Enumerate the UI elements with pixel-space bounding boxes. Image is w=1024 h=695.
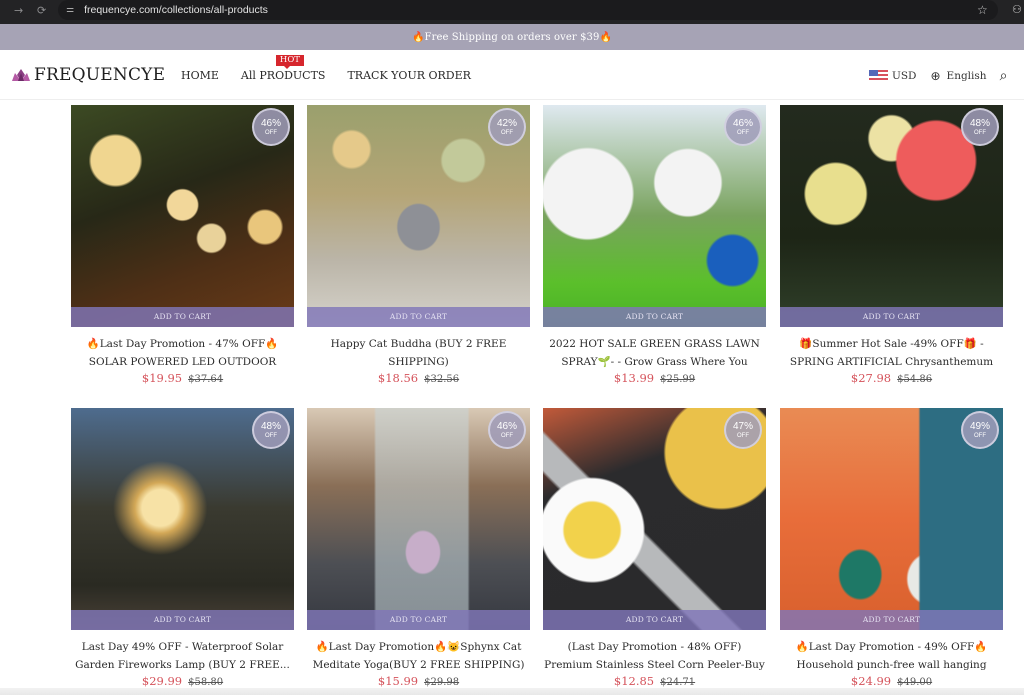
site-header: FREQUENCYE HOME HOT All PRODUCTS TRACK Y… xyxy=(0,50,1024,100)
sale-price: $27.98 xyxy=(850,371,892,385)
hot-badge: HOT xyxy=(275,55,304,69)
price-row: $29.99 $58.80 xyxy=(71,674,294,688)
lotus-logo-icon xyxy=(12,69,30,81)
address-bar[interactable]: ⚌ frequencye.com/collections/all-product… xyxy=(58,0,998,20)
url-text[interactable]: frequencye.com/collections/all-products xyxy=(84,4,268,16)
compare-price: $37.64 xyxy=(188,374,224,385)
discount-badge: 42% OFF xyxy=(488,108,526,146)
product-image[interactable]: 46% OFF ADD TO CART xyxy=(307,408,530,630)
add-to-cart-button[interactable]: ADD TO CART xyxy=(71,610,294,630)
product-title[interactable]: 🔥Last Day Promotion🔥😺Sphynx Cat Meditate… xyxy=(307,638,530,674)
site-settings-icon[interactable]: ⚌ xyxy=(66,5,74,15)
add-to-cart-button[interactable]: ADD TO CART xyxy=(780,307,1003,327)
add-to-cart-button[interactable]: ADD TO CART xyxy=(543,610,766,630)
product-card[interactable]: 47% OFF ADD TO CART (Last Day Promotion -… xyxy=(543,408,766,688)
extension-icon[interactable]: ⚇ xyxy=(1012,3,1022,16)
language-selector[interactable]: English xyxy=(947,70,987,82)
bookmark-star-icon[interactable]: ☆ xyxy=(977,3,988,17)
product-card[interactable]: 46% OFF ADD TO CART 2022 HOT SALE GREEN G… xyxy=(543,105,766,385)
compare-price: $49.00 xyxy=(897,677,933,688)
currency-selector[interactable]: USD xyxy=(892,70,916,82)
bottom-edge xyxy=(0,688,1024,695)
sale-price: $29.99 xyxy=(141,674,183,688)
product-title[interactable]: Last Day 49% OFF - Waterproof Solar Gard… xyxy=(71,638,294,674)
reload-icon[interactable]: ⟳ xyxy=(37,4,46,17)
product-card[interactable]: 46% OFF ADD TO CART 🔥Last Day Promotion🔥😺… xyxy=(307,408,530,688)
compare-price: $25.99 xyxy=(660,374,696,385)
compare-price: $58.80 xyxy=(188,677,224,688)
add-to-cart-button[interactable]: ADD TO CART xyxy=(307,610,530,630)
price-row: $24.99 $49.00 xyxy=(780,674,1003,688)
price-row: $13.99 $25.99 xyxy=(543,371,766,385)
product-title[interactable]: 🎁Summer Hot Sale -49% OFF🎁 - SPRING ARTI… xyxy=(780,335,1003,371)
discount-badge: 46% OFF xyxy=(252,108,290,146)
compare-price: $54.86 xyxy=(897,374,933,385)
product-title[interactable]: 2022 HOT SALE GREEN GRASS LAWN SPRAY🌱- -… xyxy=(543,335,766,371)
price-row: $19.95 $37.64 xyxy=(71,371,294,385)
add-to-cart-button[interactable]: ADD TO CART xyxy=(780,610,1003,630)
browser-toolbar: → ⟳ ⚌ frequencye.com/collections/all-pro… xyxy=(0,0,1024,24)
sale-price: $13.99 xyxy=(613,371,655,385)
product-card[interactable]: 42% OFF ADD TO CART Happy Cat Buddha (BUY… xyxy=(307,105,530,385)
discount-badge: 48% OFF xyxy=(961,108,999,146)
sale-price: $15.99 xyxy=(377,674,419,688)
nav-all-products[interactable]: HOT All PRODUCTS xyxy=(240,55,326,82)
add-to-cart-button[interactable]: ADD TO CART xyxy=(307,307,530,327)
sale-price: $18.56 xyxy=(377,371,419,385)
product-title[interactable]: (Last Day Promotion - 48% OFF) Premium S… xyxy=(543,638,766,674)
add-to-cart-button[interactable]: ADD TO CART xyxy=(543,307,766,327)
globe-icon: ⊕ xyxy=(930,69,941,83)
compare-price: $24.71 xyxy=(660,677,696,688)
header-tools: USD ⊕ English ⌕ xyxy=(869,68,1007,84)
logo-text: FREQUENCYE xyxy=(34,65,166,85)
product-title[interactable]: 🔥Last Day Promotion - 47% OFF🔥SOLAR POWE… xyxy=(71,335,294,371)
forward-icon[interactable]: → xyxy=(14,4,23,17)
product-image[interactable]: 48% OFF ADD TO CART xyxy=(71,408,294,630)
product-card[interactable]: 48% OFF ADD TO CART Last Day 49% OFF - Wa… xyxy=(71,408,294,688)
price-row: $15.99 $29.98 xyxy=(307,674,530,688)
product-image[interactable]: 48% OFF ADD TO CART xyxy=(780,105,1003,327)
product-card[interactable]: 46% OFF ADD TO CART 🔥Last Day Promotion -… xyxy=(71,105,294,385)
compare-price: $32.56 xyxy=(424,374,460,385)
price-row: $12.85 $24.71 xyxy=(543,674,766,688)
discount-badge: 49% OFF xyxy=(961,411,999,449)
us-flag-icon xyxy=(869,70,888,82)
sale-price: $24.99 xyxy=(850,674,892,688)
search-icon[interactable]: ⌕ xyxy=(1000,68,1008,84)
logo[interactable]: FREQUENCYE xyxy=(12,65,165,85)
announcement-text: 🔥Free Shipping on orders over $39🔥 xyxy=(411,31,613,43)
sale-price: $19.95 xyxy=(141,371,183,385)
product-title[interactable]: 🔥Last Day Promotion - 49% OFF🔥 Household… xyxy=(780,638,1003,674)
product-image[interactable]: 49% OFF ADD TO CART xyxy=(780,408,1003,630)
product-title[interactable]: Happy Cat Buddha (BUY 2 FREE SHIPPING) xyxy=(307,335,530,371)
nav-all-products-label: All PRODUCTS xyxy=(240,69,326,82)
discount-badge: 47% OFF xyxy=(724,411,762,449)
discount-badge: 46% OFF xyxy=(488,411,526,449)
product-image[interactable]: 46% OFF ADD TO CART xyxy=(71,105,294,327)
product-card[interactable]: 49% OFF ADD TO CART 🔥Last Day Promotion -… xyxy=(780,408,1003,688)
main-nav: HOME HOT All PRODUCTS TRACK YOUR ORDER xyxy=(181,55,493,82)
nav-track-order[interactable]: TRACK YOUR ORDER xyxy=(347,69,470,82)
add-to-cart-button[interactable]: ADD TO CART xyxy=(71,307,294,327)
product-image[interactable]: 47% OFF ADD TO CART xyxy=(543,408,766,630)
price-row: $18.56 $32.56 xyxy=(307,371,530,385)
product-image[interactable]: 46% OFF ADD TO CART xyxy=(543,105,766,327)
sale-price: $12.85 xyxy=(613,674,655,688)
announcement-bar: 🔥Free Shipping on orders over $39🔥 xyxy=(0,24,1024,50)
discount-badge: 48% OFF xyxy=(252,411,290,449)
compare-price: $29.98 xyxy=(424,677,460,688)
discount-badge: 46% OFF xyxy=(724,108,762,146)
product-image[interactable]: 42% OFF ADD TO CART xyxy=(307,105,530,327)
nav-home[interactable]: HOME xyxy=(181,69,219,82)
product-card[interactable]: 48% OFF ADD TO CART 🎁Summer Hot Sale -49%… xyxy=(780,105,1003,385)
price-row: $27.98 $54.86 xyxy=(780,371,1003,385)
